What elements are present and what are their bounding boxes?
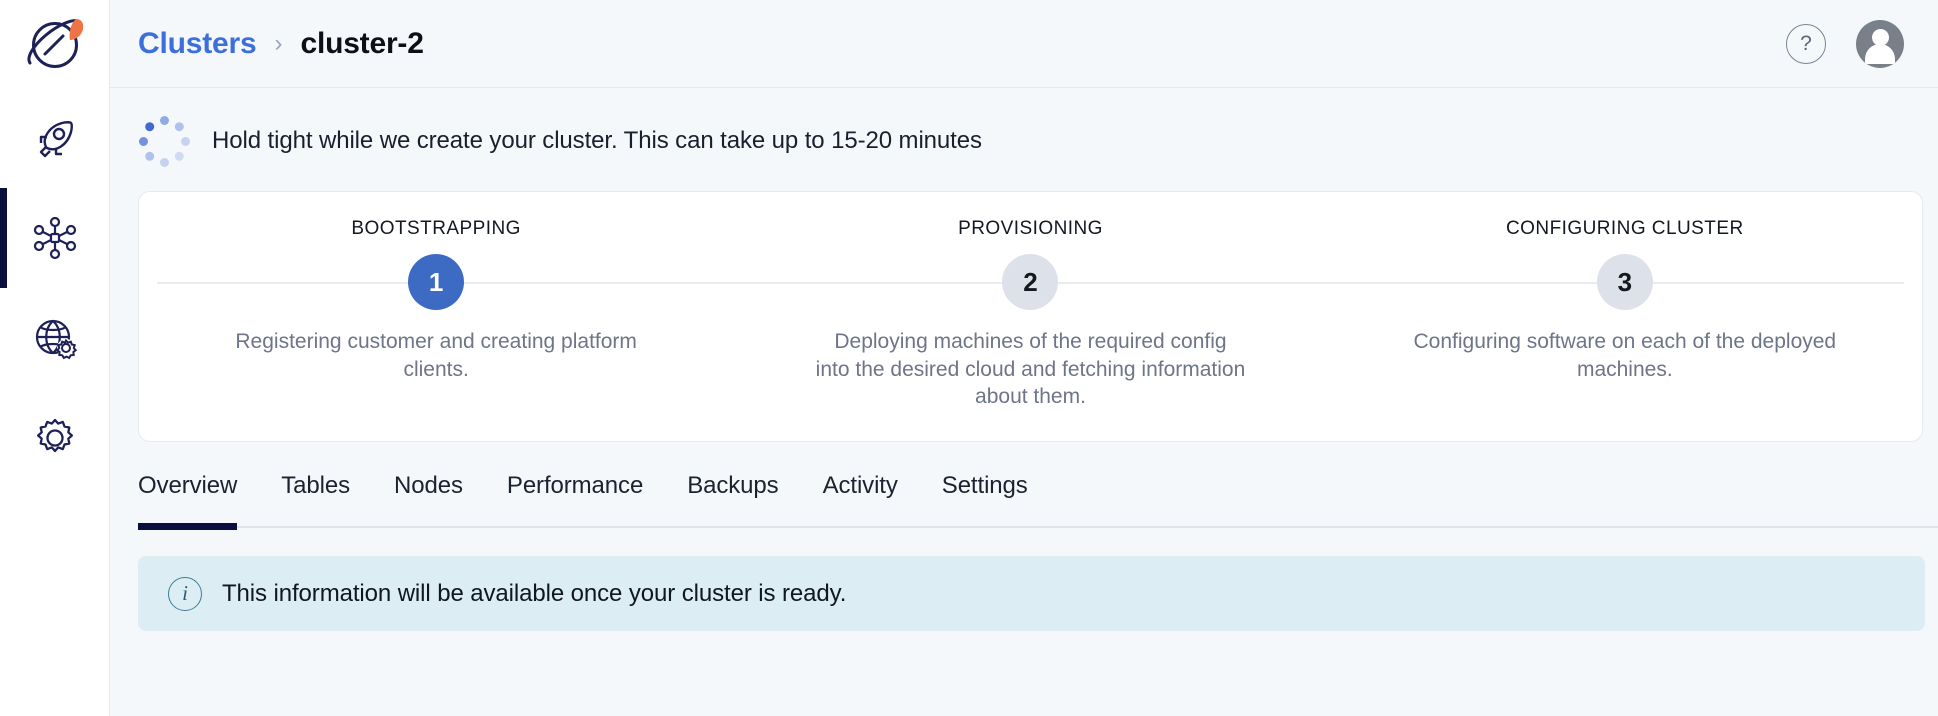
app-logo[interactable] [0,0,109,88]
main-content: Clusters › cluster-2 ? Hold tight while … [110,0,1938,716]
sidebar-item-settings[interactable] [0,388,109,488]
info-banner: i This information will be available onc… [138,556,1925,632]
cluster-progress-stepper: BOOTSTRAPPING 1 Registering customer and… [138,191,1923,443]
step-description: Registering customer and creating platfo… [235,330,637,381]
step-connector-line [1066,282,1904,284]
tab-tables[interactable]: Tables [259,464,372,530]
step-description: Deploying machines of the required confi… [815,330,1246,409]
sidebar [0,0,110,716]
breadcrumb-link-clusters[interactable]: Clusters [138,27,257,61]
tab-nodes[interactable]: Nodes [372,464,485,530]
topbar: Clusters › cluster-2 ? [110,0,1938,88]
step-badge-row: 3 [1066,254,1904,310]
tab-list: Overview Tables Nodes Performance Backup… [138,464,1938,531]
step-title: BOOTSTRAPPING [351,218,521,239]
app-root: Clusters › cluster-2 ? Hold tight while … [0,0,1938,716]
avatar-body [1865,43,1895,64]
tab-performance[interactable]: Performance [485,464,665,530]
globe-settings-icon [35,319,77,360]
status-message: Hold tight while we create your cluster.… [212,127,982,154]
step-title: PROVISIONING [958,218,1103,239]
planet-rocket-logo-icon [27,19,83,68]
help-button[interactable]: ? [1786,23,1826,64]
step-description: Configuring software on each of the depl… [1413,330,1837,381]
sidebar-nav-list [0,88,109,488]
rocket-icon [39,121,73,158]
chevron-right-icon: › [274,29,283,57]
stepper-step-bootstrapping: BOOTSTRAPPING 1 Registering customer and… [139,218,995,411]
tab-settings[interactable]: Settings [920,464,1050,530]
step-number-badge: 3 [1596,254,1653,310]
topbar-actions: ? [1786,19,1904,68]
stepper-step-provisioning: PROVISIONING 2 Deploying machines of the… [472,218,1589,411]
stepper-step-configuring-cluster: CONFIGURING CLUSTER 3 Configuring softwa… [1066,218,1922,411]
page-title: cluster-2 [300,26,424,60]
breadcrumb: Clusters › cluster-2 [138,27,424,61]
info-icon: i [168,576,202,611]
avatar[interactable] [1856,19,1904,68]
step-number-badge: 2 [1002,254,1059,310]
sidebar-item-deploy[interactable] [0,88,109,188]
sidebar-item-network[interactable] [0,288,109,388]
tab-activity[interactable]: Activity [801,464,920,530]
step-title: CONFIGURING CLUSTER [1506,218,1744,239]
avatar-head [1871,28,1889,46]
cluster-creating-status: Hold tight while we create your cluster.… [110,88,1938,191]
tab-overview[interactable]: Overview [138,464,259,531]
gear-icon [36,418,73,453]
tab-backups[interactable]: Backups [665,464,800,530]
loading-spinner-icon [138,115,190,167]
info-banner-message: This information will be available once … [222,579,847,607]
cluster-nodes-icon [33,216,76,260]
cluster-tabs: Overview Tables Nodes Performance Backup… [138,464,1938,531]
step-number-badge: 1 [408,254,465,310]
sidebar-item-clusters[interactable] [0,188,109,288]
